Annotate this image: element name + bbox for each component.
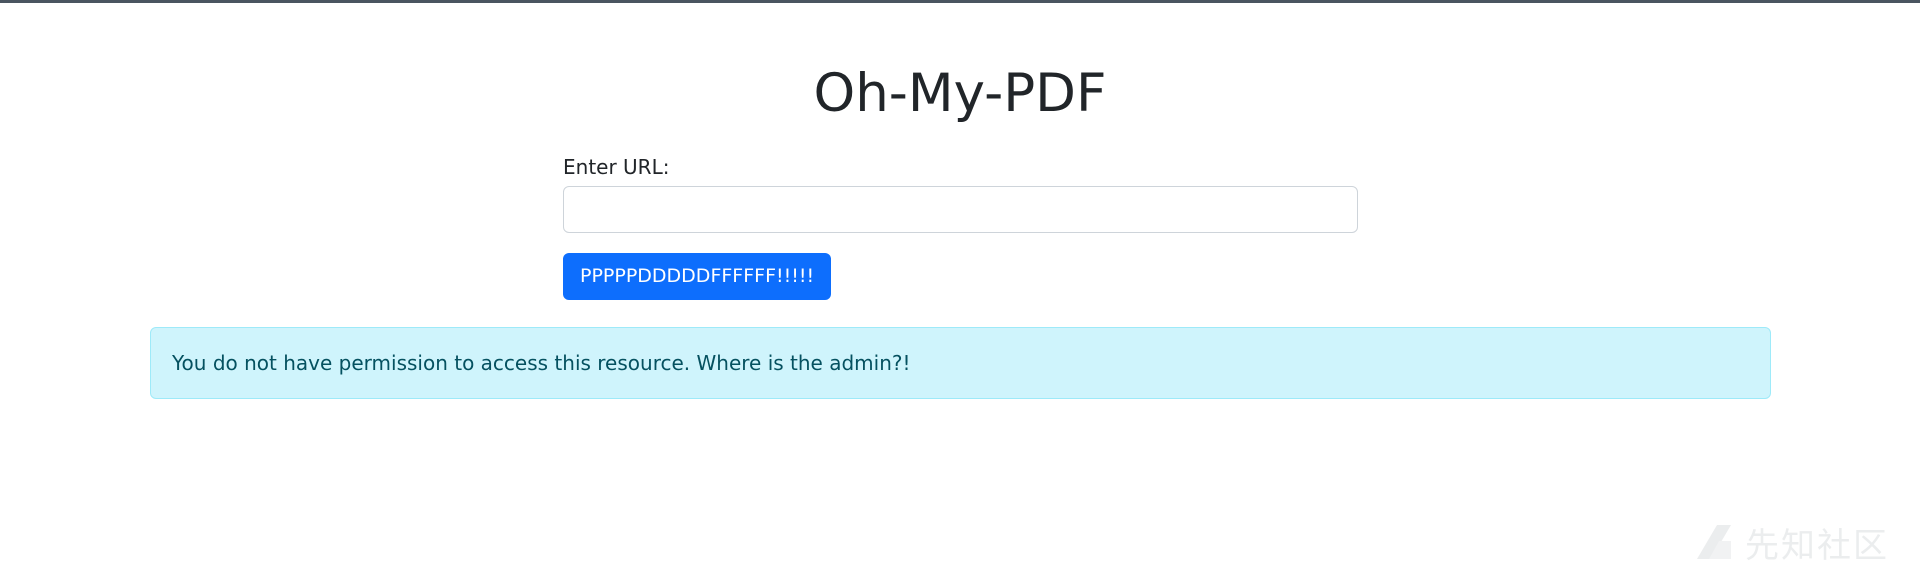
- info-alert: You do not have permission to access thi…: [150, 327, 1771, 399]
- submit-button[interactable]: PPPPPDDDDDFFFFFF!!!!!: [563, 253, 832, 300]
- url-input[interactable]: [563, 186, 1358, 233]
- url-label: Enter URL:: [563, 155, 670, 179]
- watermark-text: 先知社区: [1745, 525, 1889, 566]
- top-border: [0, 0, 1920, 3]
- alert-message: You do not have permission to access thi…: [172, 351, 911, 375]
- url-form: Enter URL: PPPPPDDDDDFFFFFF!!!!!: [563, 152, 1358, 300]
- xianzhi-logo-icon: [1697, 525, 1731, 559]
- page-title: Oh-My-PDF: [813, 63, 1107, 124]
- watermark: 先知社区: [1693, 520, 1889, 566]
